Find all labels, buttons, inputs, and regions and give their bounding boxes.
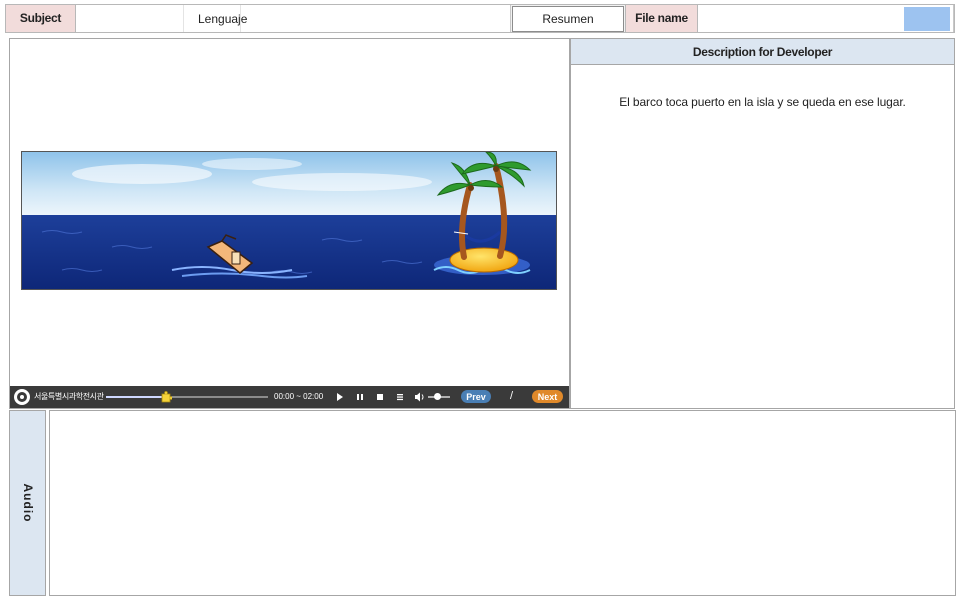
media-player-bar: 서울특별시과학전시관 00:00 ~ 02:00 Prev / Next xyxy=(10,386,569,408)
color-swatch xyxy=(904,7,950,31)
next-button[interactable]: Next xyxy=(532,390,563,403)
volume-icon[interactable] xyxy=(414,391,426,403)
subject-field[interactable]: Lenguaje xyxy=(76,5,511,32)
header-divider xyxy=(183,5,184,32)
progress-track[interactable] xyxy=(106,396,268,398)
prev-button[interactable]: Prev xyxy=(461,390,491,403)
shipwreck-island-illustration xyxy=(21,151,557,290)
volume-handle[interactable] xyxy=(434,393,442,400)
menu-icon[interactable] xyxy=(395,392,405,402)
audio-content-area[interactable] xyxy=(49,410,956,596)
filename-label: File name xyxy=(625,5,698,32)
audio-label: Audio xyxy=(20,483,35,523)
section-field[interactable]: Resumen xyxy=(512,6,624,32)
pause-icon[interactable] xyxy=(355,392,365,402)
player-brand: 서울특별시과학전시관 xyxy=(34,392,104,401)
section-value: Resumen xyxy=(542,12,594,26)
description-text: El barco toca puerto en la isla y se que… xyxy=(619,95,906,109)
nav-separator: / xyxy=(510,390,514,402)
stop-icon[interactable] xyxy=(375,392,385,402)
description-title: Description for Developer xyxy=(570,38,955,65)
puzzle-handle-icon xyxy=(161,391,173,403)
audio-label-cell: Audio xyxy=(9,410,46,596)
logo-icon xyxy=(14,389,30,405)
progress-fill xyxy=(106,396,166,398)
prev-label: Prev xyxy=(466,391,486,402)
play-icon[interactable] xyxy=(335,392,345,402)
header-divider xyxy=(240,5,241,32)
next-label: Next xyxy=(537,391,558,402)
description-panel xyxy=(570,38,955,409)
progress-handle[interactable] xyxy=(160,390,173,403)
subject-label: Subject xyxy=(6,5,76,32)
time-readout: 00:00 ~ 02:00 xyxy=(274,392,324,401)
